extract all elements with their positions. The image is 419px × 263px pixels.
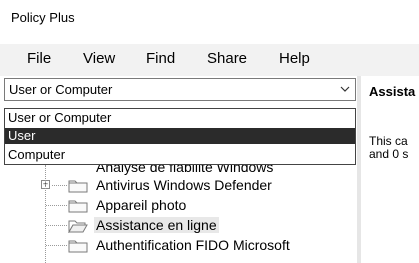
- title-bar: Policy Plus: [0, 0, 419, 34]
- tree-connector: [52, 185, 67, 186]
- context-combo[interactable]: User or Computer: [4, 78, 356, 101]
- option-user-or-computer[interactable]: User or Computer: [5, 110, 355, 126]
- detail-heading: Assista: [369, 84, 416, 99]
- folder-icon: [68, 240, 88, 253]
- tree-connector: [46, 205, 67, 206]
- menu-bar: File View Find Share Help: [0, 44, 419, 76]
- tree-connector: [46, 225, 67, 226]
- folder-icon: [68, 180, 88, 193]
- tree-item-label: Appareil photo: [96, 197, 187, 213]
- menu-view[interactable]: View: [83, 50, 115, 67]
- detail-pane: Assista This ca and 0 s: [361, 76, 419, 263]
- menu-file[interactable]: File: [27, 50, 51, 67]
- detail-text: and 0 s: [369, 147, 409, 161]
- folder-open-icon: [68, 220, 88, 233]
- option-computer[interactable]: Computer: [5, 147, 355, 163]
- menu-help[interactable]: Help: [279, 50, 310, 67]
- window-title: Policy Plus: [11, 10, 75, 25]
- chevron-down-icon: [340, 86, 350, 92]
- category-tree[interactable]: Analyse de fiabilité Windows + Antivirus…: [0, 159, 356, 263]
- tree-item-label: Antivirus Windows Defender: [96, 177, 272, 193]
- tree-item-label: Authentification FIDO Microsoft: [96, 237, 290, 253]
- tree-item-label: Assistance en ligne: [94, 217, 219, 233]
- context-dropdown-list[interactable]: User or Computer User Computer: [4, 108, 356, 165]
- option-user[interactable]: User: [5, 128, 355, 144]
- folder-icon: [68, 200, 88, 213]
- tree-connector: [45, 165, 46, 263]
- tree-connector: [46, 245, 67, 246]
- context-combo-value: User or Computer: [9, 82, 113, 97]
- menu-find[interactable]: Find: [146, 50, 175, 67]
- detail-text: This ca: [369, 134, 408, 148]
- menu-share[interactable]: Share: [207, 50, 247, 67]
